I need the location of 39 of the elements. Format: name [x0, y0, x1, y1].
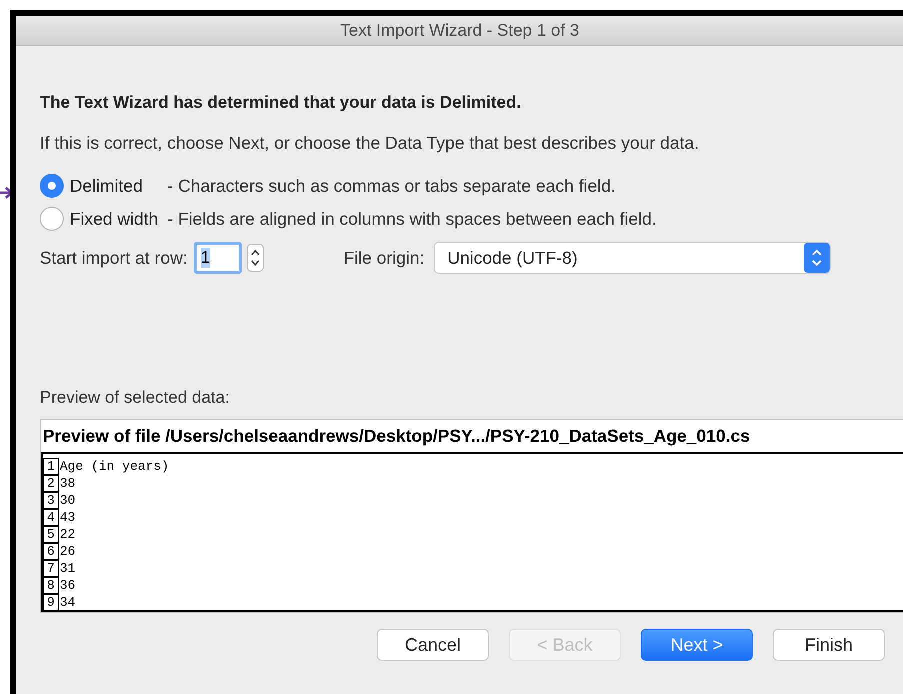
preview-cell: 34: [59, 594, 76, 610]
preview-label: Preview of selected data:: [40, 387, 231, 409]
row-number: 7: [43, 560, 59, 577]
stepper-icon[interactable]: [246, 244, 264, 272]
row-number: 6: [43, 543, 59, 560]
row-number: 3: [43, 492, 59, 509]
field-label: Start import at row:: [40, 246, 188, 270]
heading: The Text Wizard has determined that your data is Delimited.: [40, 92, 522, 114]
preview-cell: 38: [59, 475, 76, 492]
dialog-button[interactable]: Next >: [641, 629, 753, 661]
field-label: File origin:: [344, 246, 425, 270]
radio-button[interactable]: [40, 207, 64, 231]
instruction-text: If this is correct, choose Next, or choose the Data Type that best describes your data.: [40, 132, 700, 154]
row-number: 8: [43, 577, 59, 594]
row-number: 5: [43, 526, 59, 543]
preview-header: Preview of file /Users/chelseaandrews/Desktop/PSY.../PSY-210_DataSets_Age_010.cs: [42, 425, 752, 448]
preview-cell: 26: [59, 543, 76, 560]
option-description: - Characters such as commas or tabs separate each field.: [168, 175, 617, 197]
preview-cell: 31: [59, 560, 76, 577]
preview-cell: 43: [59, 509, 76, 526]
window-title: Text Import Wizard - Step 1 of 3: [340, 20, 580, 42]
preview-cell: 22: [59, 526, 76, 543]
row-number: 9: [43, 594, 59, 610]
preview-cell: 36: [59, 577, 76, 594]
row-number: 4: [43, 509, 59, 526]
radio-button[interactable]: [40, 174, 64, 198]
option-description: - Fields are aligned in columns with spaces between each field.: [168, 208, 657, 230]
preview-cell: 30: [59, 492, 76, 509]
radio-label[interactable]: Fixed width: [70, 208, 168, 230]
dialog-button[interactable]: Finish: [773, 629, 885, 661]
dialog-button[interactable]: Cancel: [377, 629, 489, 661]
file-origin-dropdown[interactable]: Unicode (UTF-8): [434, 242, 831, 274]
row-input[interactable]: 1: [194, 242, 242, 274]
radio-label[interactable]: Delimited: [70, 175, 152, 197]
dropdown-arrows-icon: [804, 243, 830, 273]
row-number: 2: [43, 475, 59, 492]
arrow-icon: [0, 186, 12, 200]
row-number: 1: [43, 458, 59, 475]
preview-cell: Age (in years): [59, 458, 170, 475]
